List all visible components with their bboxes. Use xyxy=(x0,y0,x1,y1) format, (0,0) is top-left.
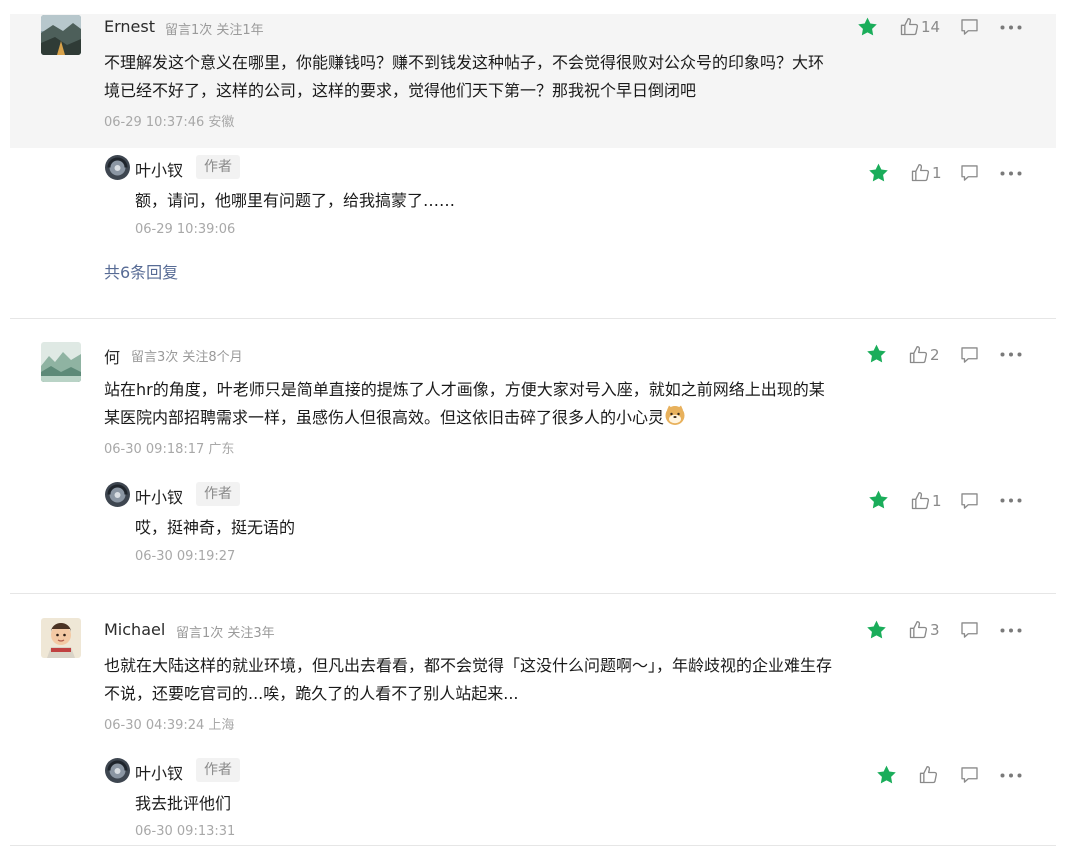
commenter-name[interactable]: Ernest xyxy=(104,17,155,36)
reply-avatar[interactable] xyxy=(105,482,130,507)
reply-timestamp: 06-30 09:19:27 xyxy=(135,549,236,564)
like-button[interactable]: 1 xyxy=(910,163,942,183)
star-icon[interactable] xyxy=(865,343,888,365)
comment-timestamp: 06-30 04:39:24 上海 xyxy=(104,718,235,733)
reply-button[interactable] xyxy=(959,163,980,183)
like-button[interactable]: 3 xyxy=(908,620,940,640)
reply-author-name[interactable]: 叶小钗 xyxy=(135,760,183,784)
comment-bubble-icon xyxy=(961,19,978,35)
view-all-replies-link[interactable]: 共6条回复 xyxy=(104,259,178,283)
more-dots-icon[interactable] xyxy=(1000,352,1022,357)
avatar[interactable] xyxy=(41,15,81,55)
author-tag: 作者 xyxy=(196,155,240,179)
thumbs-up-icon xyxy=(911,492,930,510)
author-tag: 作者 xyxy=(196,758,240,782)
more-dots-icon[interactable] xyxy=(1000,628,1022,633)
reply-button[interactable] xyxy=(959,17,980,37)
reply-avatar[interactable] xyxy=(105,758,130,783)
like-count: 14 xyxy=(921,18,941,36)
like-count: 1 xyxy=(932,492,942,510)
reply-text: 我去批评他们 xyxy=(135,794,232,813)
reply-text: 额，请问，他哪里有问题了，给我搞蒙了…… xyxy=(135,191,456,210)
comment-text-content: 站在hr的角度，叶老师只是简单直接的提炼了人才画像，方便大家对号入座，就如之前网… xyxy=(104,380,825,427)
more-dots-icon[interactable] xyxy=(1000,25,1022,30)
thumbs-up-icon xyxy=(911,164,930,182)
star-icon[interactable] xyxy=(856,16,879,38)
doge-emoji-icon xyxy=(665,405,685,425)
comment-bubble-icon xyxy=(961,622,978,638)
author-tag: 作者 xyxy=(196,482,240,506)
more-dots-icon[interactable] xyxy=(1000,171,1022,176)
like-count: 2 xyxy=(930,346,940,364)
reply-button[interactable] xyxy=(959,765,980,785)
like-button[interactable] xyxy=(918,765,940,785)
more-dots-icon[interactable] xyxy=(1000,498,1022,503)
star-icon[interactable] xyxy=(875,764,898,786)
like-button[interactable]: 14 xyxy=(899,17,940,37)
comment-bubble-icon xyxy=(961,165,978,181)
comment-bubble-icon xyxy=(961,493,978,509)
divider xyxy=(10,318,1056,319)
like-count: 3 xyxy=(930,621,940,639)
avatar[interactable] xyxy=(41,618,81,658)
thumbs-up-icon xyxy=(909,346,928,364)
divider xyxy=(10,593,1056,594)
reply-button[interactable] xyxy=(959,491,980,511)
comment-text: 也就在大陆这样的就业环境，但凡出去看看，都不会觉得「这没什么问题啊～」，年龄歧视… xyxy=(104,656,833,703)
thumbs-up-icon xyxy=(919,766,938,784)
like-count: 1 xyxy=(932,164,942,182)
comment-bubble-icon xyxy=(961,767,978,783)
reply-author-name[interactable]: 叶小钗 xyxy=(135,484,183,508)
comment-text: 不理解发这个意义在哪里，你能赚钱吗？赚不到钱发这种帖子，不会觉得很败对公众号的印… xyxy=(104,53,825,100)
reply-button[interactable] xyxy=(959,345,980,365)
reply-timestamp: 06-30 09:13:31 xyxy=(135,824,236,839)
star-icon[interactable] xyxy=(867,489,890,511)
reply-timestamp: 06-29 10:39:06 xyxy=(135,222,236,237)
like-button[interactable]: 2 xyxy=(908,345,940,365)
more-dots-icon[interactable] xyxy=(1000,773,1022,778)
reply-avatar[interactable] xyxy=(105,155,130,180)
comment-timestamp: 06-29 10:37:46 安徽 xyxy=(104,115,235,130)
comment-section: Ernest 留言1次 关注1年 不理解发这个意义在哪里，你能赚钱吗？赚不到钱发… xyxy=(0,0,1080,847)
divider xyxy=(10,845,1056,846)
commenter-meta: 留言1次 关注3年 xyxy=(176,626,275,641)
commenter-meta: 留言1次 关注1年 xyxy=(165,23,264,38)
reply-author-name[interactable]: 叶小钗 xyxy=(135,157,183,181)
like-button[interactable]: 1 xyxy=(910,491,942,511)
commenter-name[interactable]: Michael xyxy=(104,620,165,639)
comment-text: 站在hr的角度，叶老师只是简单直接的提炼了人才画像，方便大家对号入座，就如之前网… xyxy=(104,376,839,432)
avatar[interactable] xyxy=(41,342,81,382)
comment-timestamp: 06-30 09:18:17 广东 xyxy=(104,442,235,457)
commenter-meta: 留言3次 关注8个月 xyxy=(131,350,243,365)
reply-button[interactable] xyxy=(959,620,980,640)
thumbs-up-icon xyxy=(900,18,919,36)
comment-bubble-icon xyxy=(961,347,978,363)
star-icon[interactable] xyxy=(865,619,888,641)
commenter-name[interactable]: 何 xyxy=(104,344,120,368)
star-icon[interactable] xyxy=(867,162,890,184)
thumbs-up-icon xyxy=(909,621,928,639)
reply-text: 哎，挺神奇，挺无语的 xyxy=(135,518,296,537)
